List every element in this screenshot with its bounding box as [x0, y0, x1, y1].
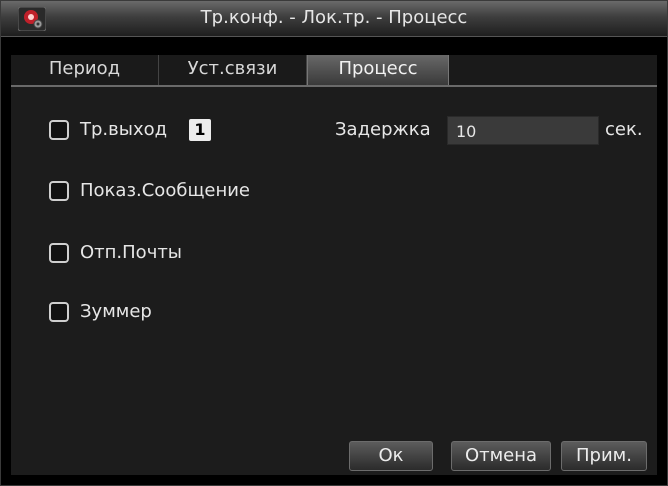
tab-process[interactable]: Процесс	[307, 55, 449, 85]
tab-period[interactable]: Период	[11, 55, 159, 85]
show-message-checkbox[interactable]	[49, 181, 69, 201]
delay-input[interactable]	[447, 116, 599, 145]
alarm-output-label: Тр.выход	[80, 119, 168, 140]
show-message-label: Показ.Сообщение	[80, 180, 251, 201]
delay-label: Задержка	[335, 119, 431, 140]
alarm-output-channel-button[interactable]: 1	[189, 119, 211, 141]
buzzer-checkbox[interactable]	[49, 302, 69, 322]
apply-button[interactable]: Прим.	[561, 441, 647, 471]
tab-connection[interactable]: Уст.связи	[159, 55, 307, 85]
alarm-output-checkbox[interactable]	[49, 120, 69, 140]
send-email-label: Отп.Почты	[80, 242, 183, 263]
title-bar: Тр.конф. - Лок.тр. - Процесс	[1, 1, 667, 37]
delay-unit-label: сек.	[605, 119, 643, 140]
window-title: Тр.конф. - Лок.тр. - Процесс	[200, 7, 468, 28]
tab-bar: Период Уст.связи Процесс	[11, 55, 657, 87]
dialog-window: Тр.конф. - Лок.тр. - Процесс Период Уст.…	[0, 0, 668, 486]
send-email-checkbox[interactable]	[49, 243, 69, 263]
ok-button[interactable]: Ок	[349, 441, 433, 471]
process-settings-panel: Тр.выход 1 Показ.Сообщение Отп.Почты Зум…	[11, 87, 657, 475]
buzzer-label: Зуммер	[80, 301, 152, 322]
cancel-button[interactable]: Отмена	[451, 441, 551, 471]
